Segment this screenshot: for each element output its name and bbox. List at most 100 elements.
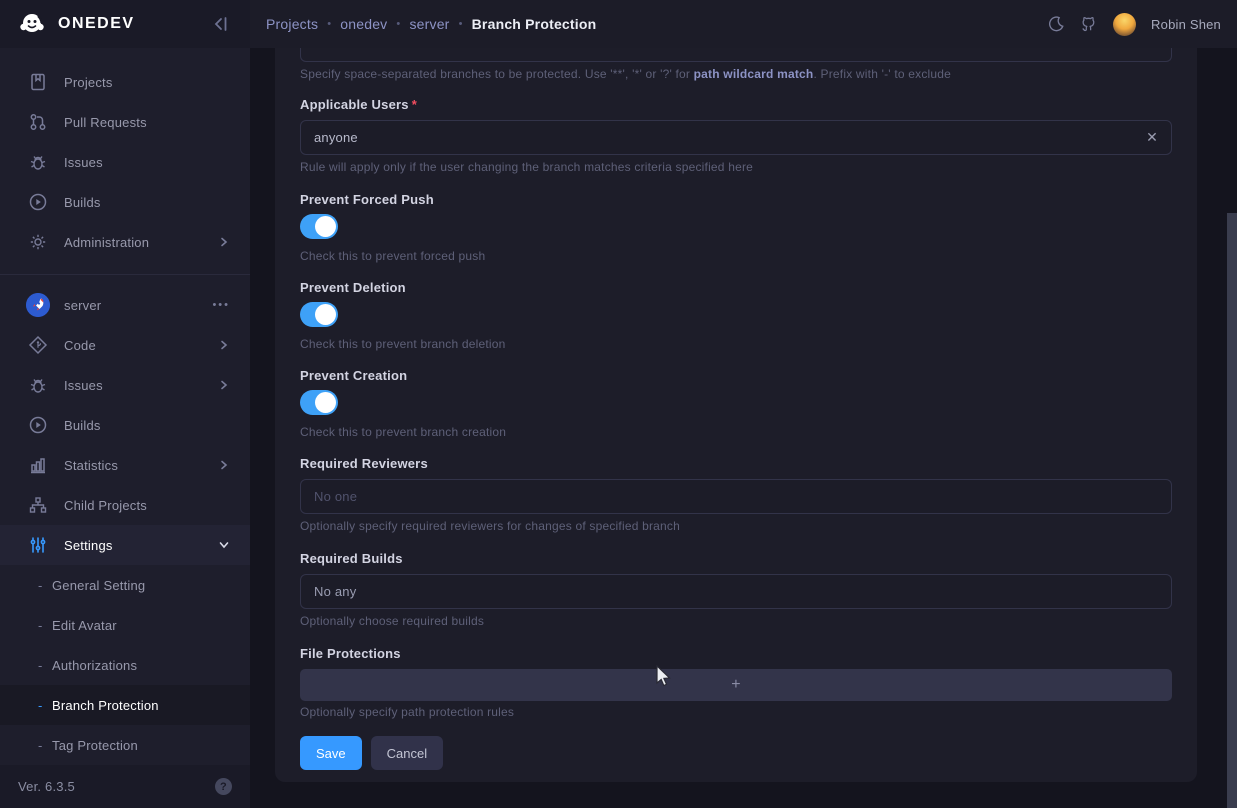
prevent-forced-push-toggle[interactable] <box>300 214 338 239</box>
sidebar-subitem-general-setting[interactable]: - General Setting <box>0 565 250 605</box>
sidebar-subitem-label: Branch Protection <box>52 698 159 713</box>
play-circle-icon <box>28 415 48 435</box>
branches-help-post: . Prefix with '-' to exclude <box>813 67 951 81</box>
plus-icon: + <box>731 676 741 694</box>
logo-bar: ONEDEV <box>0 0 250 48</box>
required-builds-value: No any <box>314 584 356 599</box>
sidebar-item-statistics[interactable]: Statistics <box>0 445 250 485</box>
github-icon[interactable] <box>1080 15 1098 33</box>
sidebar-subitem-label: Tag Protection <box>52 738 138 753</box>
project-menu-dots-icon[interactable]: ••• <box>212 299 230 311</box>
chevron-down-icon <box>218 539 230 551</box>
file-protections-help: Optionally specify path protection rules <box>300 705 1172 719</box>
breadcrumb-link-server[interactable]: server <box>409 16 449 32</box>
sidebar-collapse-icon[interactable] <box>212 14 232 34</box>
sidebar-item-child-projects[interactable]: Child Projects <box>0 485 250 525</box>
project-name: server <box>64 298 101 313</box>
git-code-icon <box>28 335 48 355</box>
toggle-knob <box>315 216 336 237</box>
breadcrumb-separator: • <box>396 18 400 30</box>
file-protections-label: File Protections <box>300 646 1172 662</box>
sidebar-subitem-tag-protection[interactable]: - Tag Protection <box>0 725 250 765</box>
page-scrollbar-thumb[interactable] <box>1227 213 1237 808</box>
help-icon[interactable]: ? <box>215 778 232 795</box>
sidebar-item-projects[interactable]: Projects <box>0 62 250 102</box>
book-icon <box>28 72 48 92</box>
topbar: Projects • onedev • server • Branch Prot… <box>250 0 1237 48</box>
path-wildcard-match-link[interactable]: path wildcard match <box>694 67 814 81</box>
sidebar-item-administration[interactable]: Administration <box>0 222 250 262</box>
user-name[interactable]: Robin Shen <box>1151 17 1221 32</box>
toggle-knob <box>315 304 336 325</box>
sidebar-subitem-authorizations[interactable]: - Authorizations <box>0 645 250 685</box>
sidebar-item-settings[interactable]: Settings <box>0 525 250 565</box>
onedev-logo-icon[interactable] <box>18 10 46 38</box>
sidebar-item-code[interactable]: Code <box>0 325 250 365</box>
branches-help-pre: Specify space-separated branches to be p… <box>300 67 694 81</box>
required-builds-label: Required Builds <box>300 551 1172 567</box>
file-protections-add-button[interactable]: + <box>300 669 1172 701</box>
bug-icon <box>28 375 48 395</box>
bug-icon <box>28 152 48 172</box>
cancel-button[interactable]: Cancel <box>371 736 443 770</box>
form-buttons: Save Cancel <box>300 736 1172 770</box>
sidebar-item-label: Issues <box>64 155 103 170</box>
prevent-deletion-toggle[interactable] <box>300 302 338 327</box>
applicable-users-input[interactable]: anyone ✕ <box>300 120 1172 155</box>
gear-icon <box>28 232 48 252</box>
breadcrumb-link-projects[interactable]: Projects <box>266 16 318 32</box>
prevent-forced-push-label: Prevent Forced Push <box>300 192 1172 208</box>
sidebar-item-label: Administration <box>64 235 149 250</box>
pull-request-icon <box>28 112 48 132</box>
branch-protection-form: Specify space-separated branches to be p… <box>275 48 1197 782</box>
sidebar-item-label: Issues <box>64 378 103 393</box>
prevent-creation-toggle[interactable] <box>300 390 338 415</box>
dash-bullet: - <box>38 738 52 753</box>
required-builds-input[interactable]: No any <box>300 574 1172 609</box>
required-reviewers-label: Required Reviewers <box>300 456 1172 472</box>
prevent-creation-help: Check this to prevent branch creation <box>300 425 1172 439</box>
prevent-deletion-label: Prevent Deletion <box>300 280 1172 296</box>
sliders-icon <box>28 535 48 555</box>
sidebar-item-label: Builds <box>64 195 101 210</box>
user-avatar[interactable] <box>1113 13 1136 36</box>
required-reviewers-help: Optionally specify required reviewers fo… <box>300 519 1172 533</box>
applicable-users-label: Applicable Users* <box>300 97 1172 113</box>
required-builds-help: Optionally choose required builds <box>300 614 1172 628</box>
sidebar: ONEDEV Projects <box>0 0 250 808</box>
sidebar-item-pull-requests[interactable]: Pull Requests <box>0 102 250 142</box>
sidebar-item-project-builds[interactable]: Builds <box>0 405 250 445</box>
sidebar-divider <box>0 274 250 275</box>
sidebar-subitem-edit-avatar[interactable]: - Edit Avatar <box>0 605 250 645</box>
label-text: Applicable Users <box>300 97 409 112</box>
sidebar-item-builds[interactable]: Builds <box>0 182 250 222</box>
sidebar-item-label: Pull Requests <box>64 115 147 130</box>
dash-bullet: - <box>38 618 52 633</box>
chevron-right-icon <box>218 236 230 248</box>
applicable-users-help: Rule will apply only if the user changin… <box>300 160 1172 174</box>
version-label: Ver. 6.3.5 <box>18 779 75 794</box>
prevent-deletion-help: Check this to prevent branch deletion <box>300 337 1172 351</box>
sidebar-subitem-label: General Setting <box>52 578 145 593</box>
sidebar-item-project-issues[interactable]: Issues <box>0 365 250 405</box>
required-reviewers-input[interactable]: No one <box>300 479 1172 514</box>
branches-help-text: Specify space-separated branches to be p… <box>300 67 1172 81</box>
toggle-knob <box>315 392 336 413</box>
app-title: ONEDEV <box>58 15 135 33</box>
prevent-forced-push-help: Check this to prevent forced push <box>300 249 1172 263</box>
breadcrumb: Projects • onedev • server • Branch Prot… <box>266 16 596 32</box>
sidebar-item-issues[interactable]: Issues <box>0 142 250 182</box>
dark-mode-moon-icon[interactable] <box>1047 15 1065 33</box>
sidebar-item-label: Settings <box>64 538 113 553</box>
branches-input-cropped[interactable] <box>300 48 1172 62</box>
dash-bullet: - <box>38 658 52 673</box>
breadcrumb-separator: • <box>459 18 463 30</box>
clear-icon[interactable]: ✕ <box>1146 129 1158 146</box>
breadcrumb-link-onedev[interactable]: onedev <box>340 16 387 32</box>
save-button[interactable]: Save <box>300 736 362 770</box>
dash-bullet: - <box>38 578 52 593</box>
sidebar-item-label: Statistics <box>64 458 118 473</box>
sidebar-subitem-branch-protection[interactable]: - Branch Protection <box>0 685 250 725</box>
sidebar-item-project-server[interactable]: server ••• <box>0 285 250 325</box>
applicable-users-value: anyone <box>314 130 358 145</box>
